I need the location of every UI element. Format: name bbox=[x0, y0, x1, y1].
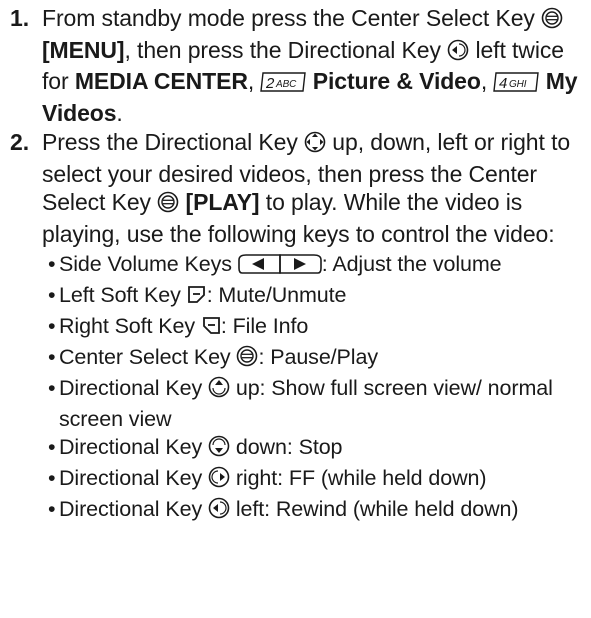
key-4ghi-icon: 4 GHI bbox=[493, 70, 540, 99]
step-text: . bbox=[116, 99, 123, 126]
step-2: 2. Press the Directional Key up, down, l… bbox=[10, 128, 583, 526]
instructions-page: 1. From standby mode press the Center Se… bbox=[0, 0, 591, 618]
bullet: • bbox=[48, 314, 56, 338]
key-name: Directional Key bbox=[59, 376, 208, 400]
list-item: • Right Soft Key : File Info bbox=[48, 312, 583, 343]
list-item: • Left Soft Key : Mute/Unmute bbox=[48, 281, 583, 312]
picture-video-label: Picture & Video bbox=[312, 68, 481, 94]
key-action: : Mute/Unmute bbox=[206, 283, 347, 307]
step-number: 2. bbox=[10, 129, 29, 155]
step-1: 1. From standby mode press the Center Se… bbox=[10, 4, 583, 127]
key-action: : Adjust the volume bbox=[321, 252, 502, 276]
directional-key-left-icon bbox=[447, 39, 469, 68]
key-name: Directional Key bbox=[59, 466, 208, 490]
center-select-key-icon bbox=[157, 191, 179, 220]
svg-text:ABC: ABC bbox=[275, 79, 297, 90]
bullet: • bbox=[48, 466, 56, 490]
media-center-label: MEDIA CENTER bbox=[74, 68, 248, 94]
list-item: • Directional Key left: Rewind (while hel… bbox=[48, 495, 583, 526]
step-text: , then press the Directional Key bbox=[124, 36, 448, 63]
svg-text:GHI: GHI bbox=[509, 79, 527, 90]
bullet: • bbox=[48, 376, 56, 400]
list-item: • Side Volume Keys : Adjust the volume bbox=[48, 250, 583, 281]
directional-key-icon bbox=[304, 131, 326, 160]
directional-key-down-icon bbox=[208, 435, 230, 464]
play-key-label: [PLAY] bbox=[185, 189, 260, 215]
step-text: , bbox=[247, 68, 261, 94]
step-text: , bbox=[480, 68, 494, 94]
directional-key-right-icon bbox=[208, 466, 230, 495]
key-action: right: FF (while held down) bbox=[229, 466, 487, 490]
bullet: • bbox=[48, 252, 56, 276]
key-name: Directional Key bbox=[59, 435, 208, 459]
directional-key-up-icon bbox=[208, 376, 230, 405]
list-item: • Center Select Key : Pause/Play bbox=[48, 343, 583, 374]
key-action: down: Stop bbox=[229, 435, 343, 459]
step-number: 1. bbox=[10, 5, 29, 31]
side-volume-keys-icon bbox=[237, 253, 322, 281]
key-action: : Pause/Play bbox=[258, 345, 378, 369]
bullet: • bbox=[48, 283, 56, 307]
center-select-key-icon bbox=[236, 345, 258, 374]
center-select-key-icon bbox=[541, 7, 563, 36]
right-soft-key-icon bbox=[201, 315, 221, 343]
menu-key-label: [MENU] bbox=[42, 36, 125, 63]
directional-key-left-icon bbox=[208, 497, 230, 526]
bullet: • bbox=[48, 345, 56, 369]
key-name: Left Soft Key bbox=[59, 283, 187, 307]
key-list: • Side Volume Keys : Adjust the volume • L… bbox=[42, 250, 583, 526]
key-name: Side Volume Keys bbox=[59, 252, 238, 276]
key-name: Directional Key bbox=[59, 497, 208, 521]
bullet: • bbox=[48, 435, 56, 459]
key-action: : File Info bbox=[220, 314, 309, 338]
key-name: Center Select Key bbox=[59, 345, 237, 369]
key-2abc-icon: 2 ABC bbox=[260, 70, 307, 99]
svg-text:4: 4 bbox=[499, 75, 507, 92]
list-item: • Directional Key down: Stop bbox=[48, 433, 583, 464]
step-text: From standby mode press the Center Selec… bbox=[42, 5, 542, 31]
left-soft-key-icon bbox=[187, 284, 207, 312]
list-item: • Directional Key right: FF (while held d… bbox=[48, 464, 583, 495]
svg-text:2: 2 bbox=[265, 75, 275, 92]
key-name: Right Soft Key bbox=[59, 314, 201, 338]
list-item: • Directional Key up: Show full screen vi… bbox=[48, 374, 583, 433]
bullet: • bbox=[48, 497, 56, 521]
key-action: left: Rewind (while held down) bbox=[229, 497, 519, 521]
step-text: Press the Directional Key bbox=[42, 129, 305, 155]
